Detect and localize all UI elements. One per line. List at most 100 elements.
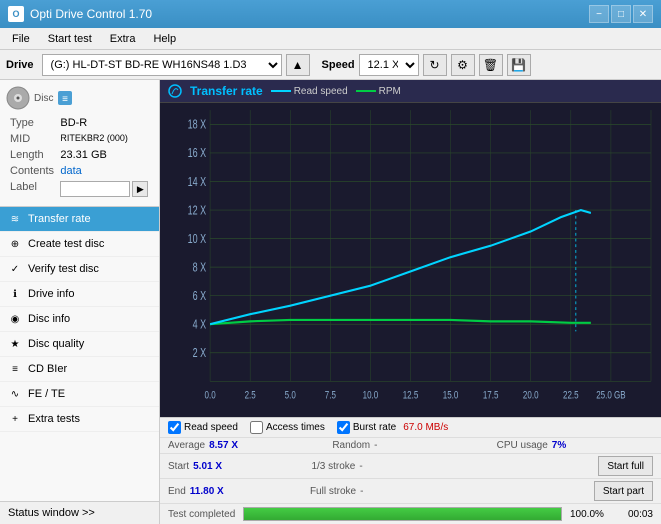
full-stroke-label: Full stroke <box>310 486 356 497</box>
app-icon: O <box>8 6 24 22</box>
full-stroke-value: - <box>360 486 363 497</box>
eject-button[interactable]: ▲ <box>286 54 310 76</box>
read-speed-checkbox[interactable] <box>168 421 181 434</box>
close-button[interactable]: ✕ <box>633 5 653 23</box>
svg-text:18 X: 18 X <box>188 118 207 132</box>
minimize-button[interactable]: − <box>589 5 609 23</box>
length-value: 23.31 GB <box>58 148 151 162</box>
stroke-1-3-value: - <box>359 461 362 472</box>
svg-text:12 X: 12 X <box>188 204 207 218</box>
read-speed-legend-label: Read speed <box>294 86 348 97</box>
burst-rate-checkbox-label: Burst rate <box>353 422 396 433</box>
cd-bier-icon: ≡ <box>8 362 22 376</box>
save-button[interactable]: 💾 <box>507 54 531 76</box>
transfer-rate-chart: 18 X 16 X 14 X 12 X 10 X 8 X 6 X 4 X 2 X… <box>160 103 661 417</box>
svg-text:12.5: 12.5 <box>403 389 419 402</box>
menu-file[interactable]: File <box>4 31 38 47</box>
type-label: Type <box>8 116 56 130</box>
menu-start-test[interactable]: Start test <box>40 31 100 47</box>
read-speed-color <box>271 90 291 92</box>
disc-quality-icon: ★ <box>8 337 22 351</box>
menu-extra[interactable]: Extra <box>102 31 144 47</box>
chart-icon <box>168 84 182 98</box>
burst-rate-checkbox[interactable] <box>337 421 350 434</box>
nav-fe-te[interactable]: ∿ FE / TE <box>0 382 159 407</box>
random-value: - <box>374 440 377 451</box>
svg-text:25.0 GB: 25.0 GB <box>596 389 626 402</box>
nav-cd-bier[interactable]: ≡ CD BIer <box>0 357 159 382</box>
speed-label: Speed <box>322 59 355 71</box>
mid-value: RITEKBR2 (000) <box>58 132 151 146</box>
menu-help[interactable]: Help <box>145 31 184 47</box>
svg-text:22.5: 22.5 <box>563 389 579 402</box>
cpu-value: 7% <box>552 440 566 451</box>
nav-items: ≋ Transfer rate ⊕ Create test disc ✓ Ver… <box>0 207 159 501</box>
svg-text:0.0: 0.0 <box>205 389 217 402</box>
svg-text:16 X: 16 X <box>188 147 207 161</box>
svg-text:2.5: 2.5 <box>245 389 257 402</box>
nav-extra-tests[interactable]: + Extra tests <box>0 407 159 432</box>
progress-percent: 100.0% <box>570 509 610 520</box>
menubar: File Start test Extra Help <box>0 28 661 50</box>
rpm-legend-label: RPM <box>379 86 401 97</box>
erase-button[interactable]: 🗑 <box>479 54 503 76</box>
verify-test-disc-icon: ✓ <box>8 262 22 276</box>
svg-text:≡: ≡ <box>63 94 69 105</box>
type-value: BD-R <box>58 116 151 130</box>
average-stat: Average 8.57 X <box>168 440 324 451</box>
random-stat: Random - <box>332 440 488 451</box>
read-speed-checkbox-item: Read speed <box>168 421 238 434</box>
toolbar: Drive (G:) HL-DT-ST BD-RE WH16NS48 1.D3 … <box>0 50 661 80</box>
disc-section: Disc ≡ Type BD-R MID RITEKBR2 (000) Leng… <box>0 80 159 207</box>
create-test-disc-icon: ⊕ <box>8 237 22 251</box>
nav-disc-quality[interactable]: ★ Disc quality <box>0 332 159 357</box>
progress-bar-fill <box>244 508 561 520</box>
burst-rate-value: 67.0 MB/s <box>403 422 448 433</box>
progress-row: Test completed 100.0% 00:03 <box>160 504 661 524</box>
refresh-button[interactable]: ↻ <box>423 54 447 76</box>
random-label: Random <box>332 440 370 451</box>
cpu-stat: CPU usage 7% <box>497 440 653 451</box>
start-part-button[interactable]: Start part <box>594 481 653 501</box>
main-layout: Disc ≡ Type BD-R MID RITEKBR2 (000) Leng… <box>0 80 661 524</box>
nav-create-test-disc-label: Create test disc <box>28 238 104 250</box>
nav-verify-test-disc[interactable]: ✓ Verify test disc <box>0 257 159 282</box>
contents-label: Contents <box>8 164 56 178</box>
read-speed-legend: Read speed <box>271 86 348 97</box>
start-label: Start <box>168 461 189 472</box>
end-stats-row: End 11.80 X Full stroke - Start part <box>160 479 661 504</box>
fe-te-icon: ∿ <box>8 387 22 401</box>
svg-text:10.0: 10.0 <box>363 389 379 402</box>
status-window-button[interactable]: Status window >> <box>0 501 159 524</box>
svg-text:17.5: 17.5 <box>483 389 499 402</box>
chart-header: Transfer rate Read speed RPM <box>160 80 661 103</box>
nav-extra-tests-label: Extra tests <box>28 413 80 425</box>
chart-title: Transfer rate <box>190 84 263 98</box>
progress-bar-container <box>243 507 562 521</box>
sidebar: Disc ≡ Type BD-R MID RITEKBR2 (000) Leng… <box>0 80 160 524</box>
disc-label-btn[interactable]: ▶ <box>132 181 148 197</box>
end-stat: End 11.80 X <box>168 486 302 497</box>
access-times-checkbox[interactable] <box>250 421 263 434</box>
maximize-button[interactable]: □ <box>611 5 631 23</box>
start-full-button[interactable]: Start full <box>598 456 653 476</box>
nav-drive-info[interactable]: ℹ Drive info <box>0 282 159 307</box>
nav-disc-quality-label: Disc quality <box>28 338 84 350</box>
rpm-legend: RPM <box>356 86 401 97</box>
nav-transfer-rate[interactable]: ≋ Transfer rate <box>0 207 159 232</box>
length-label: Length <box>8 148 56 162</box>
nav-drive-info-label: Drive info <box>28 288 74 300</box>
disc-label-label: Label <box>8 180 56 198</box>
disc-label-input[interactable] <box>60 181 130 197</box>
drive-select[interactable]: (G:) HL-DT-ST BD-RE WH16NS48 1.D3 <box>42 54 282 76</box>
drive-label: Drive <box>6 59 34 71</box>
nav-disc-info[interactable]: ◉ Disc info <box>0 307 159 332</box>
end-value: 11.80 X <box>190 486 224 497</box>
app-title: Opti Drive Control 1.70 <box>30 7 152 21</box>
nav-create-test-disc[interactable]: ⊕ Create test disc <box>0 232 159 257</box>
settings-button[interactable]: ⚙ <box>451 54 475 76</box>
svg-text:10 X: 10 X <box>188 232 207 246</box>
svg-text:15.0: 15.0 <box>443 389 459 402</box>
disc-menu-icon: ≡ <box>57 90 73 106</box>
speed-select[interactable]: 12.1 X <box>359 54 419 76</box>
